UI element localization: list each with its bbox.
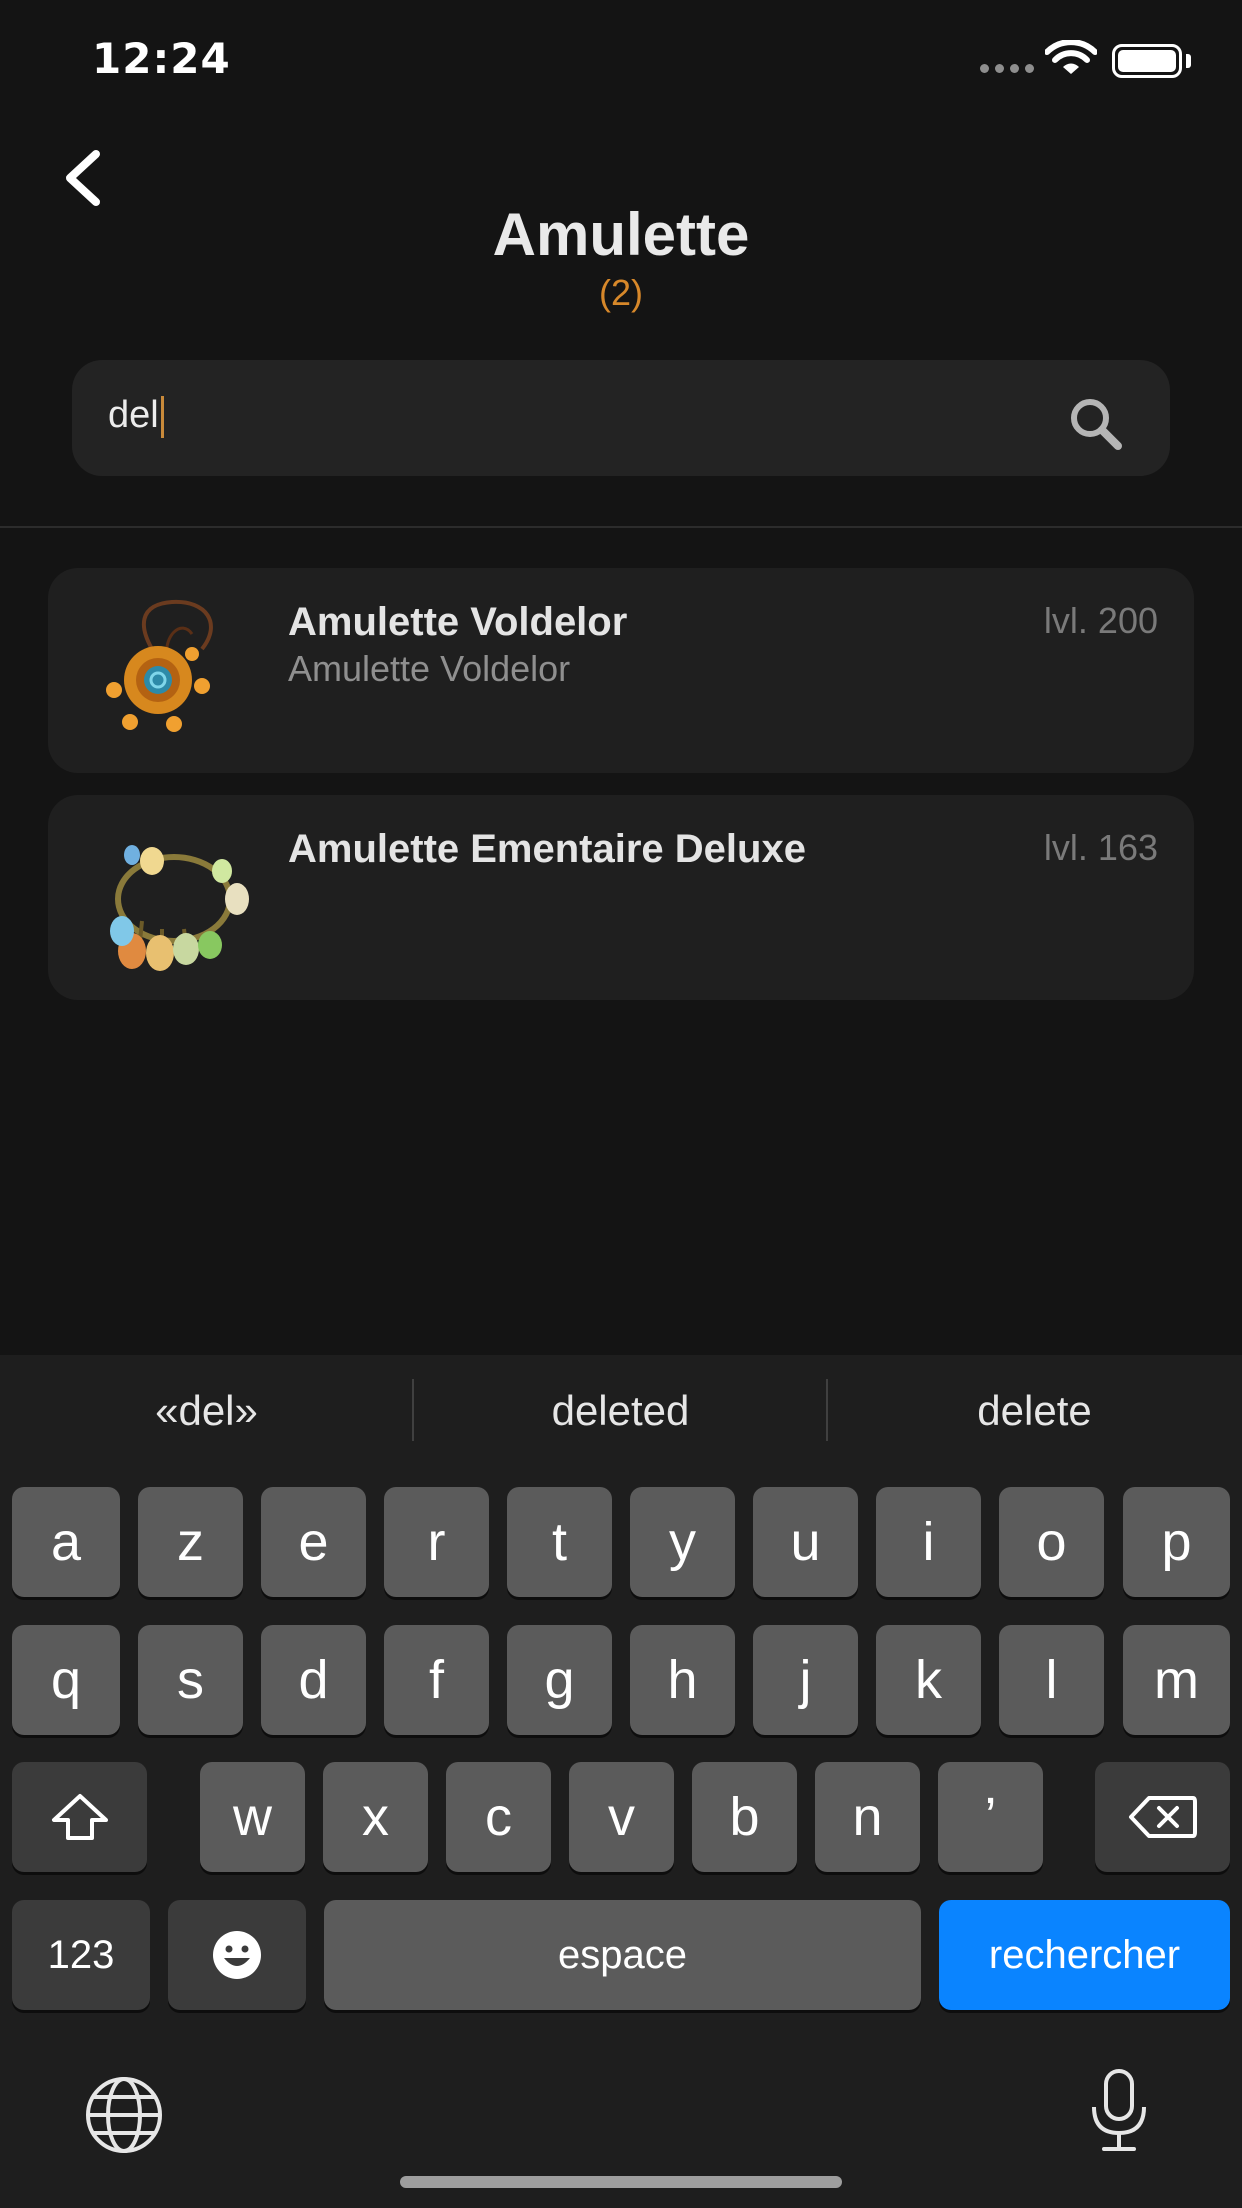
suggestion-3[interactable]: delete: [828, 1387, 1241, 1435]
text-caret: [160, 395, 164, 438]
globe-icon[interactable]: [82, 2073, 166, 2157]
back-chevron-icon[interactable]: [58, 148, 108, 208]
microphone-icon[interactable]: [1086, 2067, 1152, 2153]
key-s[interactable]: s: [138, 1625, 243, 1735]
result-card[interactable]: Amulette Ementaire Deluxe lvl. 163: [48, 795, 1194, 1000]
emoji-key[interactable]: [168, 1900, 306, 2010]
key-e[interactable]: e: [261, 1487, 366, 1597]
suggestion-1[interactable]: «del»: [0, 1387, 413, 1435]
key-j[interactable]: j: [753, 1625, 858, 1735]
key-b[interactable]: b: [692, 1762, 797, 1872]
key-t[interactable]: t: [507, 1487, 612, 1597]
key-d[interactable]: d: [261, 1625, 366, 1735]
suggestion-2[interactable]: deleted: [414, 1387, 827, 1435]
keyboard: «del» deleted delete a z e r t y u i o p…: [0, 1355, 1242, 2208]
home-indicator[interactable]: [400, 2176, 842, 2188]
key-r[interactable]: r: [384, 1487, 489, 1597]
battery-tip: [1186, 54, 1191, 68]
amulet-ementaire-deluxe-image: [110, 845, 249, 971]
delete-key[interactable]: [1095, 1762, 1230, 1872]
result-name: Amulette Ementaire Deluxe: [288, 827, 806, 871]
header-divider: [0, 526, 1242, 528]
search-input[interactable]: del: [72, 360, 1170, 476]
emoji-icon: [213, 1931, 261, 1979]
key-l[interactable]: l: [999, 1625, 1104, 1735]
key-v[interactable]: v: [569, 1762, 674, 1872]
amulet-voldelor-image: [106, 599, 213, 732]
key-a[interactable]: a: [12, 1487, 120, 1597]
key-i[interactable]: i: [876, 1487, 981, 1597]
search-icon[interactable]: [1066, 394, 1126, 454]
result-subtitle: Amulette Voldelor: [288, 648, 571, 689]
result-count: (2): [599, 272, 643, 313]
result-level: lvl. 200: [1043, 600, 1158, 641]
key-g[interactable]: g: [507, 1625, 612, 1735]
key-apostrophe[interactable]: ’: [938, 1762, 1043, 1872]
shift-icon: [51, 1794, 108, 1840]
backspace-icon: [1128, 1796, 1197, 1838]
search-return-key[interactable]: rechercher: [939, 1900, 1230, 2010]
key-k[interactable]: k: [876, 1625, 981, 1735]
shift-key[interactable]: [12, 1762, 147, 1872]
result-name: Amulette Voldelor: [288, 600, 628, 644]
numbers-key[interactable]: 123: [12, 1900, 150, 2010]
key-q[interactable]: q: [12, 1625, 120, 1735]
wifi-icon: [1045, 40, 1097, 74]
cellular-signal-icon: [980, 64, 1034, 73]
key-c[interactable]: c: [446, 1762, 551, 1872]
key-m[interactable]: m: [1123, 1625, 1230, 1735]
status-time: 12:24: [92, 34, 231, 83]
space-key[interactable]: espace: [324, 1900, 921, 2010]
key-u[interactable]: u: [753, 1487, 858, 1597]
key-f[interactable]: f: [384, 1625, 489, 1735]
key-o[interactable]: o: [999, 1487, 1104, 1597]
key-x[interactable]: x: [323, 1762, 428, 1872]
result-level: lvl. 163: [1043, 827, 1158, 868]
key-h[interactable]: h: [630, 1625, 735, 1735]
key-p[interactable]: p: [1123, 1487, 1230, 1597]
key-w[interactable]: w: [200, 1762, 305, 1872]
key-z[interactable]: z: [138, 1487, 243, 1597]
page-title: Amulette: [492, 201, 750, 268]
battery-icon: [1112, 44, 1182, 78]
key-y[interactable]: y: [630, 1487, 735, 1597]
result-card[interactable]: Amulette Voldelor Amulette Voldelor lvl.…: [48, 568, 1194, 773]
search-input-value: del: [108, 394, 164, 438]
key-n[interactable]: n: [815, 1762, 920, 1872]
